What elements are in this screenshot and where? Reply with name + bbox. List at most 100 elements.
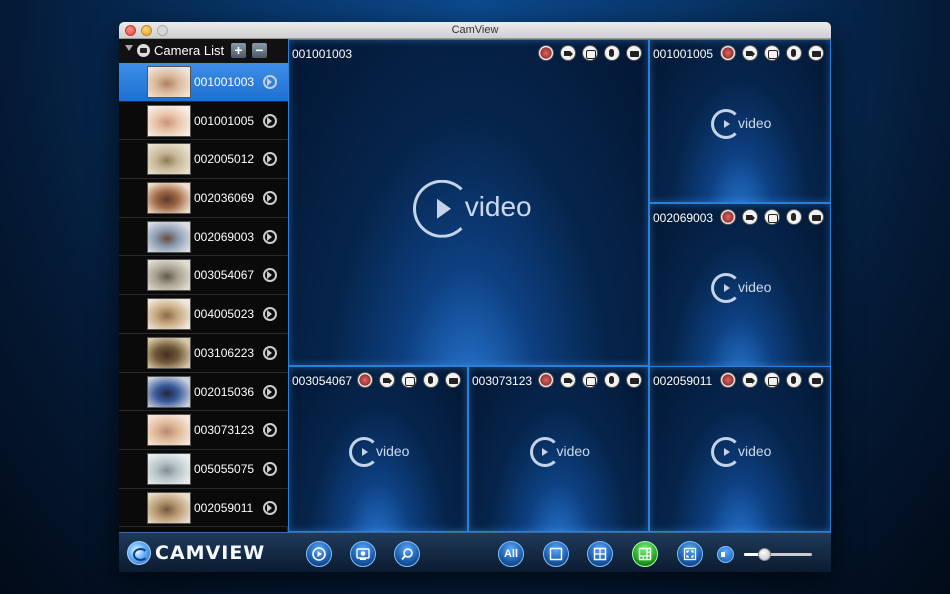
folder-icon[interactable] bbox=[808, 45, 824, 61]
video-placeholder-logo: video bbox=[711, 273, 772, 303]
title-bar[interactable]: CamView bbox=[119, 22, 831, 39]
video-tile-controls bbox=[720, 45, 824, 61]
video-tile[interactable]: 002059011 video bbox=[649, 366, 831, 532]
open-camera-arrow-icon[interactable] bbox=[263, 75, 277, 89]
video-tile[interactable]: 001001005 video bbox=[649, 39, 831, 203]
folder-icon[interactable] bbox=[808, 209, 824, 225]
view-all-button[interactable]: All bbox=[498, 541, 524, 567]
camera-list-item[interactable]: 002069003 bbox=[119, 217, 288, 257]
open-camera-arrow-icon[interactable] bbox=[263, 345, 277, 360]
video-tile-controls bbox=[538, 45, 642, 61]
camera-thumbnail bbox=[147, 336, 191, 369]
record-video-icon[interactable] bbox=[742, 372, 758, 388]
talk-icon[interactable] bbox=[786, 372, 802, 388]
live-camera-icon[interactable] bbox=[720, 372, 736, 388]
open-camera-arrow-icon[interactable] bbox=[263, 113, 277, 128]
talk-icon[interactable] bbox=[604, 45, 620, 61]
camera-settings-button[interactable] bbox=[350, 541, 376, 567]
camview-logo-icon bbox=[127, 541, 151, 565]
six-view-icon bbox=[638, 547, 652, 561]
fullscreen-button[interactable] bbox=[677, 541, 703, 567]
video-tile[interactable]: 003073123 video bbox=[468, 366, 649, 532]
camera-id-label: 005055075 bbox=[194, 461, 255, 476]
snapshot-icon[interactable] bbox=[582, 45, 598, 61]
camera-settings-icon bbox=[356, 548, 370, 560]
live-camera-icon[interactable] bbox=[720, 45, 736, 61]
video-tile-camera-id: 001001003 bbox=[292, 47, 353, 61]
talk-icon[interactable] bbox=[423, 372, 439, 388]
volume-slider-knob[interactable] bbox=[758, 548, 772, 561]
camera-list-item[interactable]: 005055075 bbox=[119, 449, 288, 489]
camera-list-item[interactable]: 002015036 bbox=[119, 372, 288, 412]
talk-icon[interactable] bbox=[604, 372, 620, 388]
open-camera-arrow-icon[interactable] bbox=[263, 307, 277, 322]
live-camera-icon[interactable] bbox=[720, 209, 736, 225]
live-camera-icon[interactable] bbox=[357, 372, 373, 388]
camera-list-item[interactable]: 003054067 bbox=[119, 256, 288, 296]
volume-icon[interactable] bbox=[717, 546, 734, 563]
record-video-icon[interactable] bbox=[379, 372, 395, 388]
camera-list-item[interactable]: 001001005 bbox=[119, 101, 288, 141]
play-icon bbox=[361, 448, 368, 456]
search-button[interactable] bbox=[394, 541, 420, 567]
record-video-icon[interactable] bbox=[560, 372, 576, 388]
camera-list-item[interactable]: 002036069 bbox=[119, 179, 288, 218]
collapse-arrow-icon[interactable] bbox=[125, 45, 133, 51]
camera-list-item[interactable]: 003106223 bbox=[119, 333, 288, 373]
video-tile[interactable]: 001001003 video bbox=[288, 39, 649, 366]
camera-list-header: Camera List + − bbox=[119, 39, 288, 63]
video-placeholder-logo: video bbox=[412, 179, 532, 238]
open-camera-arrow-icon[interactable] bbox=[263, 191, 277, 206]
camera-thumbnail bbox=[147, 182, 191, 215]
talk-icon[interactable] bbox=[786, 209, 802, 225]
video-tile[interactable]: 002069003 video bbox=[649, 203, 831, 367]
video-placeholder-text: video bbox=[738, 279, 772, 296]
folder-icon[interactable] bbox=[445, 372, 461, 388]
camera-list-item[interactable]: 001001003 bbox=[119, 63, 288, 102]
talk-icon[interactable] bbox=[786, 45, 802, 61]
folder-icon[interactable] bbox=[626, 45, 642, 61]
open-camera-arrow-icon[interactable] bbox=[263, 500, 277, 515]
snapshot-icon[interactable] bbox=[764, 372, 780, 388]
open-camera-arrow-icon[interactable] bbox=[263, 461, 277, 476]
camera-list-item[interactable]: 003073123 bbox=[119, 411, 288, 450]
add-camera-button[interactable]: + bbox=[231, 43, 246, 58]
six-view-button[interactable] bbox=[632, 541, 658, 567]
camera-id-label: 003054067 bbox=[194, 268, 255, 283]
video-grid: 001001003 video 001001005 video 002069003 vid… bbox=[288, 39, 831, 532]
snapshot-icon[interactable] bbox=[764, 209, 780, 225]
camera-list-item[interactable]: 004005023 bbox=[119, 295, 288, 334]
quad-view-button[interactable] bbox=[587, 541, 613, 567]
live-camera-icon[interactable] bbox=[538, 45, 554, 61]
camera-id-label: 002005012 bbox=[194, 152, 255, 167]
camera-id-label: 001001003 bbox=[194, 75, 255, 89]
camera-list-item[interactable]: 002059011 bbox=[119, 488, 288, 528]
snapshot-icon[interactable] bbox=[582, 372, 598, 388]
camera-id-label: 003106223 bbox=[194, 345, 255, 360]
open-camera-arrow-icon[interactable] bbox=[263, 423, 277, 438]
open-camera-arrow-icon[interactable] bbox=[263, 152, 277, 167]
video-tile[interactable]: 003054067 video bbox=[288, 366, 468, 532]
remove-camera-button[interactable]: − bbox=[252, 43, 267, 58]
single-view-button[interactable] bbox=[543, 541, 569, 567]
camera-list-item[interactable]: 002005012 bbox=[119, 140, 288, 180]
camera-icon bbox=[137, 44, 150, 57]
record-video-icon[interactable] bbox=[560, 45, 576, 61]
snapshot-icon[interactable] bbox=[401, 372, 417, 388]
snapshot-icon[interactable] bbox=[764, 45, 780, 61]
camera-thumbnail bbox=[147, 375, 191, 408]
live-camera-icon[interactable] bbox=[538, 372, 554, 388]
open-camera-arrow-icon[interactable] bbox=[263, 384, 277, 399]
open-camera-arrow-icon[interactable] bbox=[263, 268, 277, 283]
record-video-icon[interactable] bbox=[742, 45, 758, 61]
record-video-icon[interactable] bbox=[742, 209, 758, 225]
folder-icon[interactable] bbox=[626, 372, 642, 388]
video-tile-camera-id: 002059011 bbox=[653, 374, 713, 388]
open-camera-arrow-icon[interactable] bbox=[263, 229, 277, 244]
camera-thumbnail bbox=[147, 220, 191, 253]
video-tile-camera-id: 003054067 bbox=[292, 374, 353, 388]
folder-icon[interactable] bbox=[808, 372, 824, 388]
playback-button[interactable] bbox=[306, 541, 332, 567]
volume-slider[interactable] bbox=[744, 548, 812, 561]
brand-logo: CAMVIEW bbox=[127, 541, 265, 565]
